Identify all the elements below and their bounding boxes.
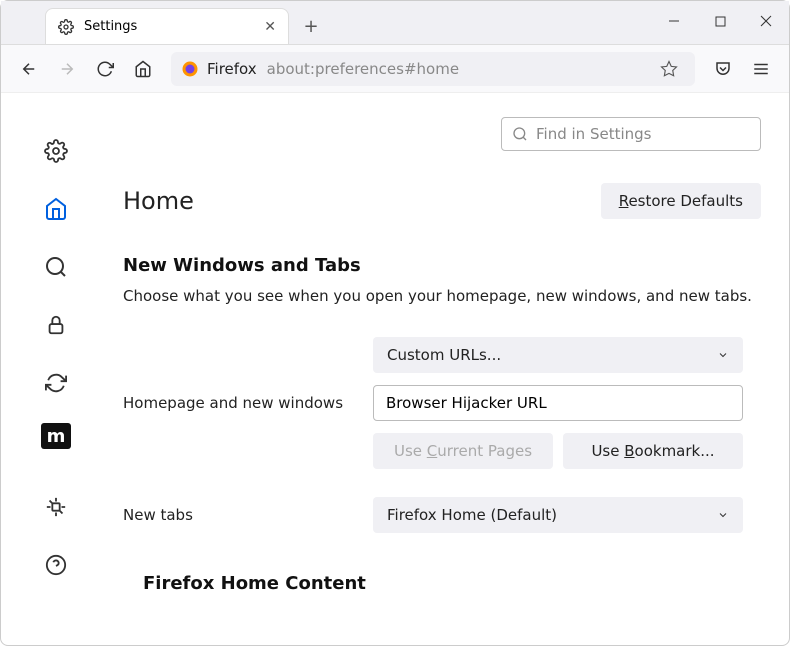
newtabs-select[interactable]: Firefox Home (Default) (373, 497, 743, 533)
newtabs-value: Firefox Home (Default) (387, 506, 557, 524)
restore-defaults-button[interactable]: Restore Defaults (601, 183, 761, 219)
sidebar-search-icon[interactable] (38, 249, 74, 285)
homepage-mode-select[interactable]: Custom URLs... (373, 337, 743, 373)
newtabs-label: New tabs (123, 506, 373, 524)
firefox-icon (181, 60, 199, 78)
settings-content: Find in Settings Home Restore Defaults N… (111, 93, 789, 647)
chevron-down-icon (717, 509, 729, 521)
bookmark-star-icon[interactable] (653, 53, 685, 85)
sidebar-help-icon[interactable] (38, 547, 74, 583)
chevron-down-icon (717, 349, 729, 361)
menu-icon[interactable] (745, 53, 777, 85)
new-tab-button[interactable]: + (295, 10, 327, 42)
settings-search-input[interactable]: Find in Settings (501, 117, 761, 151)
url-path: about:preferences#home (267, 60, 459, 78)
use-bookmark-button[interactable]: Use Bookmark... (563, 433, 743, 469)
homepage-mode-value: Custom URLs... (387, 346, 501, 364)
sidebar-general-icon[interactable] (38, 133, 74, 169)
window-controls (651, 1, 789, 41)
site-identity[interactable]: Firefox (181, 60, 257, 78)
section-description: Choose what you see when you open your h… (123, 286, 761, 307)
section2-heading: Firefox Home Content (143, 573, 761, 594)
minimize-button[interactable] (651, 1, 697, 41)
sidebar-sync-icon[interactable] (38, 365, 74, 401)
url-bar[interactable]: Firefox about:preferences#home (171, 52, 695, 86)
search-placeholder: Find in Settings (536, 125, 651, 143)
homepage-label: Homepage and new windows (123, 394, 373, 412)
home-button[interactable] (127, 53, 159, 85)
sidebar-privacy-icon[interactable] (38, 307, 74, 343)
reload-button[interactable] (89, 53, 121, 85)
page-body: m Find in Settings Home Restore Defaults… (1, 93, 789, 647)
sidebar-extensions-icon[interactable] (38, 489, 74, 525)
sidebar-mozilla-icon[interactable]: m (41, 423, 71, 449)
forward-button[interactable] (51, 53, 83, 85)
gear-icon (58, 19, 74, 35)
back-button[interactable] (13, 53, 45, 85)
close-window-button[interactable] (743, 1, 789, 41)
close-icon[interactable]: ✕ (264, 19, 276, 35)
titlebar: Settings ✕ + (1, 1, 789, 45)
url-host: Firefox (207, 60, 257, 78)
pocket-icon[interactable] (707, 53, 739, 85)
search-icon (512, 126, 528, 142)
page-title: Home (123, 187, 194, 215)
homepage-url-input[interactable] (373, 385, 743, 421)
section-heading: New Windows and Tabs (123, 255, 761, 276)
maximize-button[interactable] (697, 1, 743, 41)
tab-title: Settings (84, 19, 137, 34)
browser-tab[interactable]: Settings ✕ (45, 8, 289, 44)
toolbar: Firefox about:preferences#home (1, 45, 789, 93)
use-current-pages-button[interactable]: Use Current Pages (373, 433, 553, 469)
sidebar-home-icon[interactable] (38, 191, 74, 227)
settings-sidebar: m (1, 93, 111, 647)
